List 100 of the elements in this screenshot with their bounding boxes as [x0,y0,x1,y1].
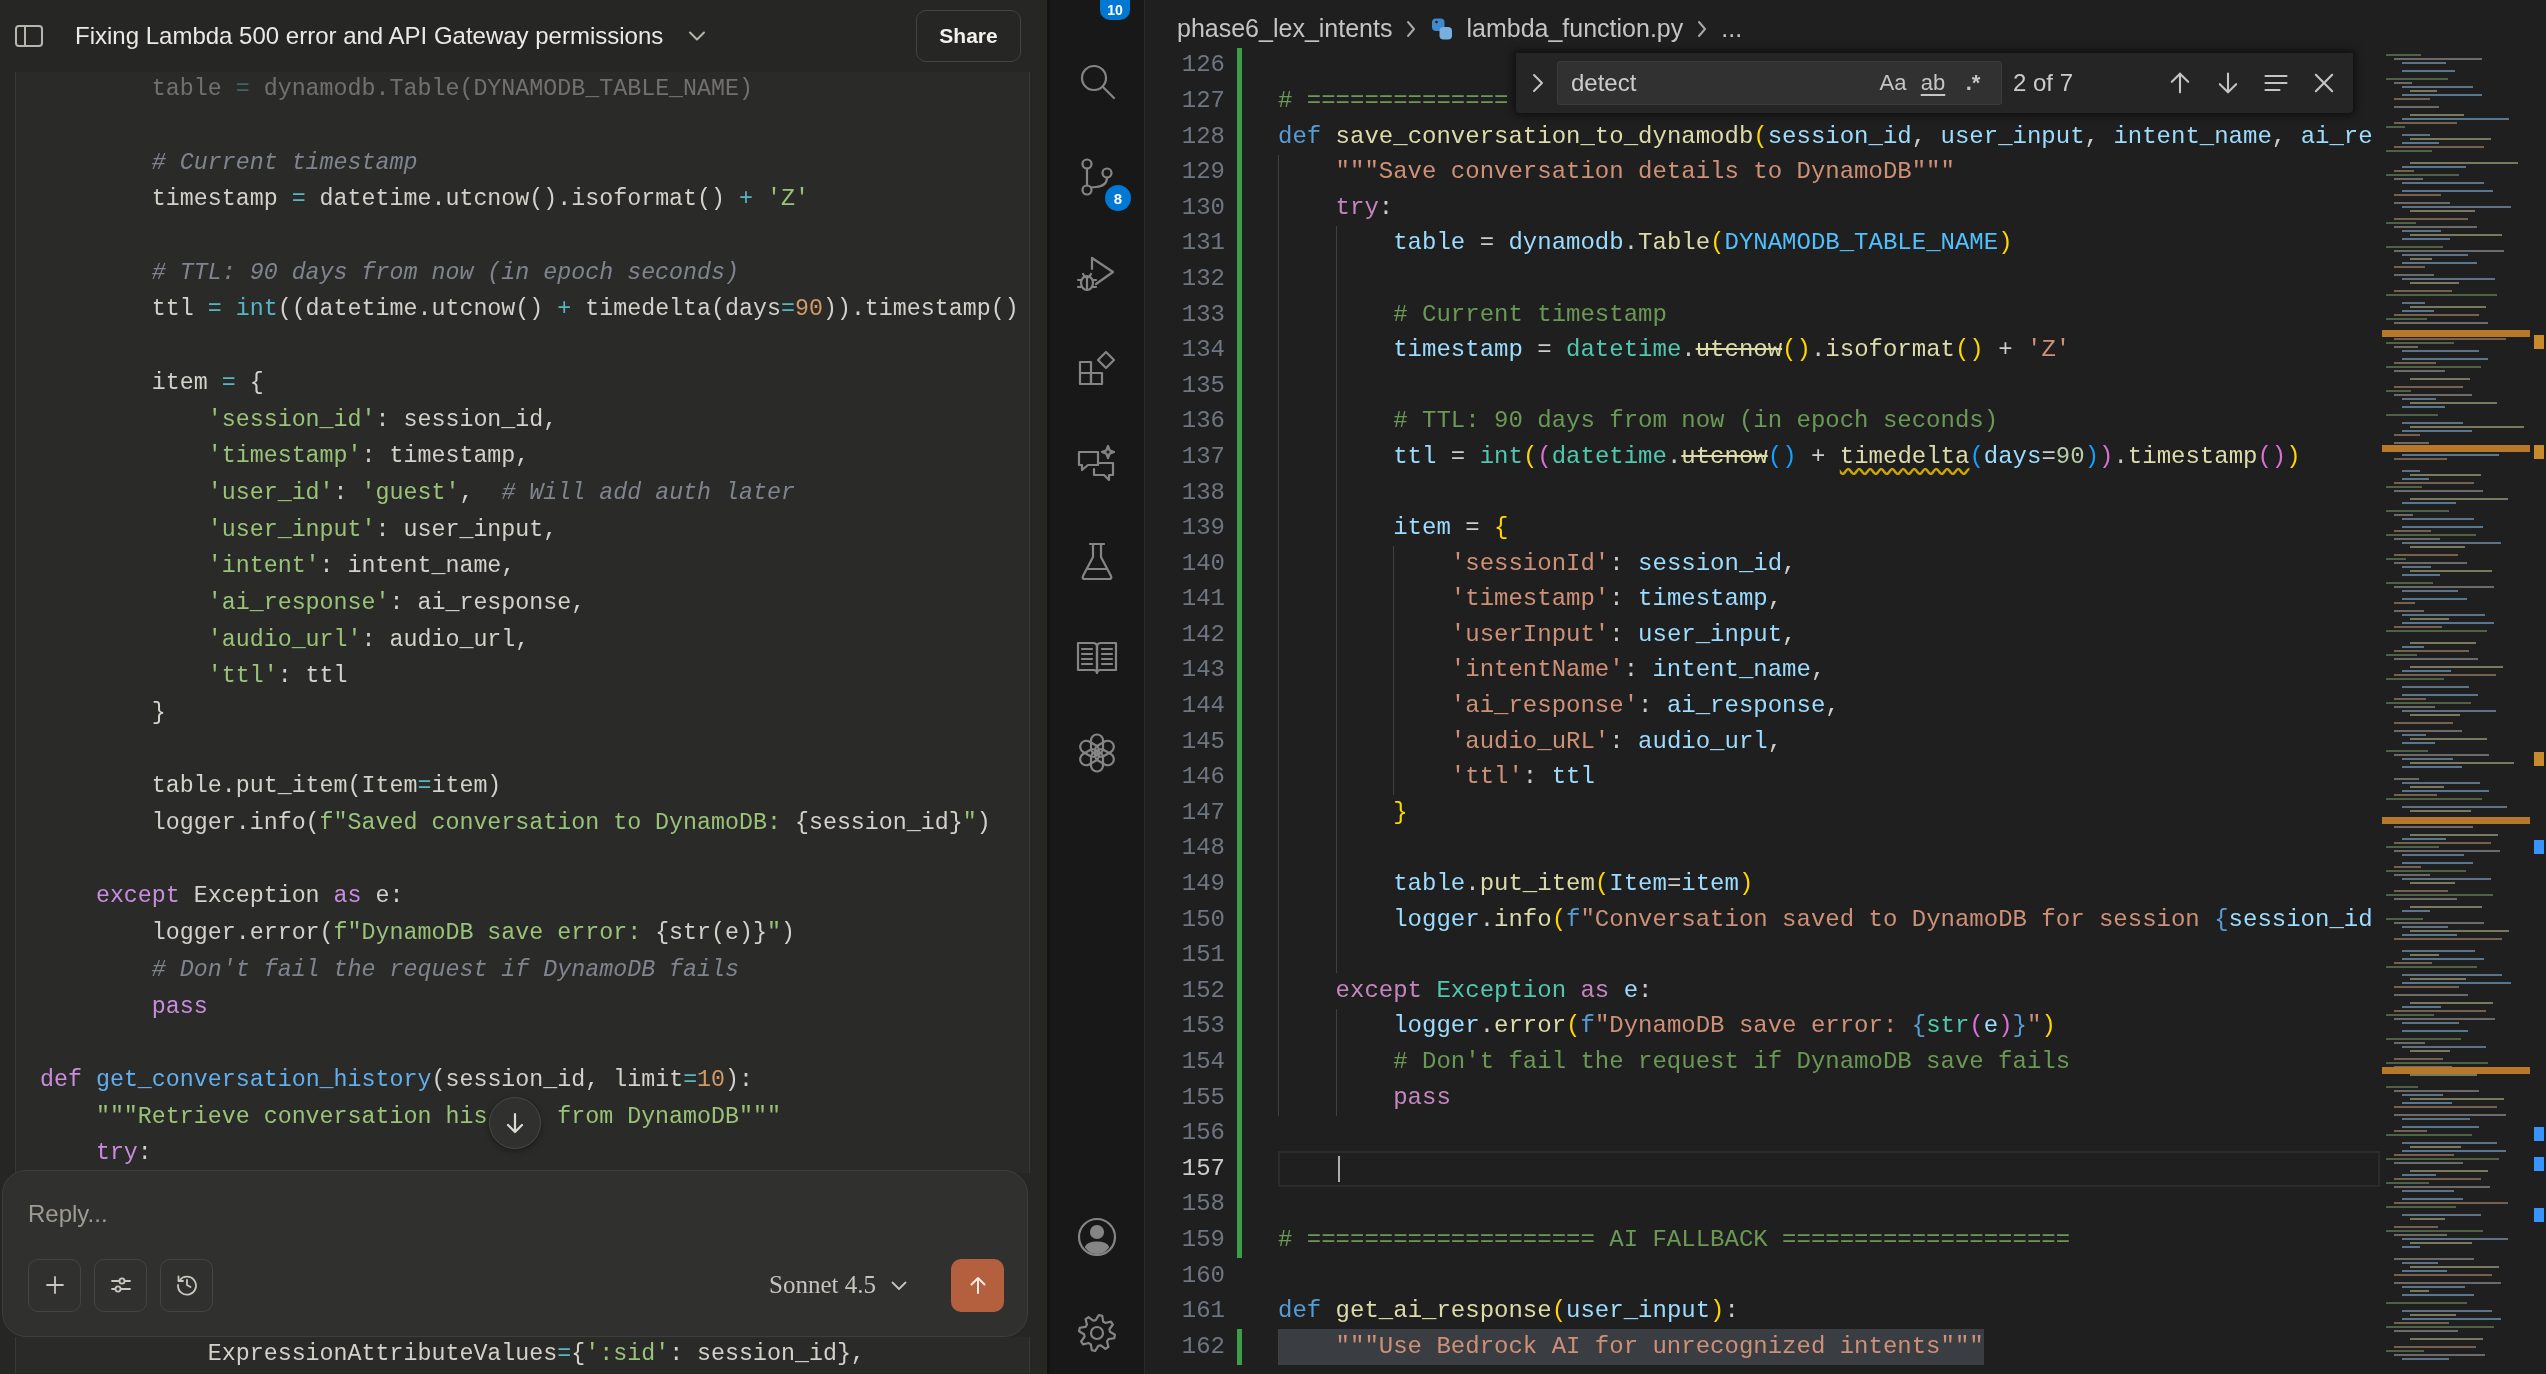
code-line: timestamp = datetime.utcnow().isoformat() + 'Z' [151,186,809,215]
code-line: logger.info(f"Conversation saved to DynamoDB for session {session_id [1393,905,2373,935]
line-number: 161 [1181,1297,1225,1325]
options-button[interactable] [94,1258,147,1312]
line-number: 127 [1181,87,1225,114]
line-number: 155 [1181,1083,1225,1111]
code-line: table = dynamodb.Table(DYNAMODB_TABLE_NAME) [1393,229,2013,259]
code-line: timestamp = datetime.utcnow().isoformat() + 'Z' [1393,336,2071,365]
line-number: 147 [1181,798,1225,826]
line-number: 145 [1181,727,1225,755]
line-number: 129 [1181,158,1225,186]
whole-word-toggle[interactable]: ab [1913,67,1953,99]
line-number: 131 [1181,229,1225,257]
code-line: # TTL: 90 days from now (in epoch seconds) [1393,407,1999,437]
code-line: item = { [1393,514,1509,543]
code-line: pass [151,993,208,1022]
code-line: try: [1335,193,1394,223]
text-cursor [1337,1156,1340,1182]
code-line: logger.error(f"DynamoDB save error: {str(e)}") [151,920,795,949]
line-number: 159 [1181,1226,1225,1253]
line-number: 151 [1181,941,1225,969]
breadcrumb-item[interactable]: lambda_function.py [1466,10,1684,48]
line-number: 137 [1181,442,1225,470]
conversation-title: Fixing Lambda 500 error and API Gateway permissions [75,21,664,51]
line-number: 160 [1181,1261,1225,1289]
code-line: ttl = int((datetime.utcnow() + timedelta(days=90)).timestamp() [151,296,1019,325]
code-line: 'session_id': session_id, [207,406,558,435]
line-number: 128 [1181,122,1225,150]
line-number: 134 [1181,336,1225,364]
count-badge: 8 [1105,185,1131,211]
code-line: 'timestamp': timestamp, [1450,585,1783,615]
code-line: except Exception as e: [1335,976,1653,1006]
code-line: 'userInput': user_input, [1450,620,1797,650]
code-line: def get_ai_response(user_input): [1278,1297,1739,1326]
code-line: 'intentName': intent_name, [1450,656,1826,686]
account-icon[interactable] [1075,1215,1119,1259]
code-line: ttl = int((datetime.utcnow() + timedelta(days=90)).timestamp()) [1393,442,2301,472]
chevron-right-icon [1405,19,1418,39]
code-line: # Current timestamp [151,149,418,178]
code-line: 'ttl': ttl [207,663,348,692]
code-line: except Exception as e: [95,883,404,912]
reply-field[interactable]: Reply... [28,1194,1004,1233]
code-line: 'timestamp': timestamp, [207,443,530,472]
chevron-right-icon[interactable] [1531,71,1545,95]
settings-icon[interactable] [1075,1311,1119,1355]
code-line: # Don't fail the request if DynamoDB save fails [1393,1048,2071,1077]
breadcrumb-item[interactable]: phase6_lex_intents [1177,10,1393,48]
chevron-right-icon [1696,19,1709,39]
share-button[interactable]: Share [916,10,1021,62]
code-line: table = dynamodb.Table(DYNAMODB_TABLE_NAME) [151,76,753,105]
line-number: 132 [1181,264,1225,292]
regex-toggle[interactable]: .* [1953,67,1993,99]
code-line: logger.info(f"Saved conversation to DynamoDB: {session_id}") [151,810,991,839]
find-field[interactable]: detect Aa ab .* [1557,61,2002,105]
code-line: try: [95,1140,152,1169]
clock-icon [174,1273,199,1298]
line-number: 140 [1181,549,1225,577]
code-line: # ============== [1278,87,1509,116]
model-selector[interactable]: Sonnet 4.5 [765,1266,912,1304]
breadcrumb-item[interactable]: ... [1721,10,1743,48]
line-number: 150 [1181,905,1225,933]
line-number: 153 [1181,1012,1225,1040]
line-number: 149 [1181,870,1225,898]
code-line: def save_conversation_to_dynamodb(session_id, user_input, intent_name, ai_re [1278,122,2373,152]
chevron-down-icon [890,1279,908,1291]
line-number: 148 [1181,834,1225,862]
line-number: 135 [1181,371,1225,399]
line-number: 133 [1181,300,1225,328]
code-line: 'ai_response': ai_response, [1450,692,1840,721]
code-line: """Save conversation details to DynamoDB""" [1335,158,1955,187]
line-number: 156 [1181,1119,1225,1147]
line-number: 152 [1181,976,1225,1004]
line-number: 146 [1181,763,1225,791]
chevron-down-icon[interactable] [687,30,708,42]
sidebar-toggle-icon[interactable] [15,25,43,47]
line-number: 157 [1181,1154,1225,1182]
line-number: 126 [1181,51,1225,79]
code-line: def get_conversation_history(session_id, limit=10): [40,1066,754,1095]
code-line: # TTL: 90 days from now (in epoch seconds) [151,259,739,288]
code-line: 'audio_uRL': audio_url, [1450,727,1783,757]
code-line: # Current timestamp [1393,300,1667,330]
code-line: 'intent': intent_name, [207,553,516,582]
line-number: 141 [1181,585,1225,613]
notification-badge: 10 [1100,0,1130,20]
code-line: } [1393,798,1408,828]
code-line: from DynamoDB""" [556,1103,781,1132]
add-button[interactable] [28,1258,81,1312]
line-number: 142 [1181,620,1225,648]
code-line: """Use Bedrock AI for unrecognized intents""" [1335,1332,1984,1362]
line-number: 162 [1181,1332,1225,1360]
code-line: item = { [151,369,264,398]
line-number: 138 [1181,478,1225,506]
code-line: } [151,700,166,728]
code-line: 'audio_url': audio_url, [207,626,530,655]
match-case-toggle[interactable]: Aa [1873,67,1913,99]
code-line: table.put_item(Item=item) [1393,870,1754,899]
code-line: table.put_item(Item=item) [151,773,502,802]
send-button[interactable] [951,1258,1004,1312]
code-line: 'sessionId': session_id, [1450,549,1797,579]
history-button[interactable] [160,1258,213,1312]
